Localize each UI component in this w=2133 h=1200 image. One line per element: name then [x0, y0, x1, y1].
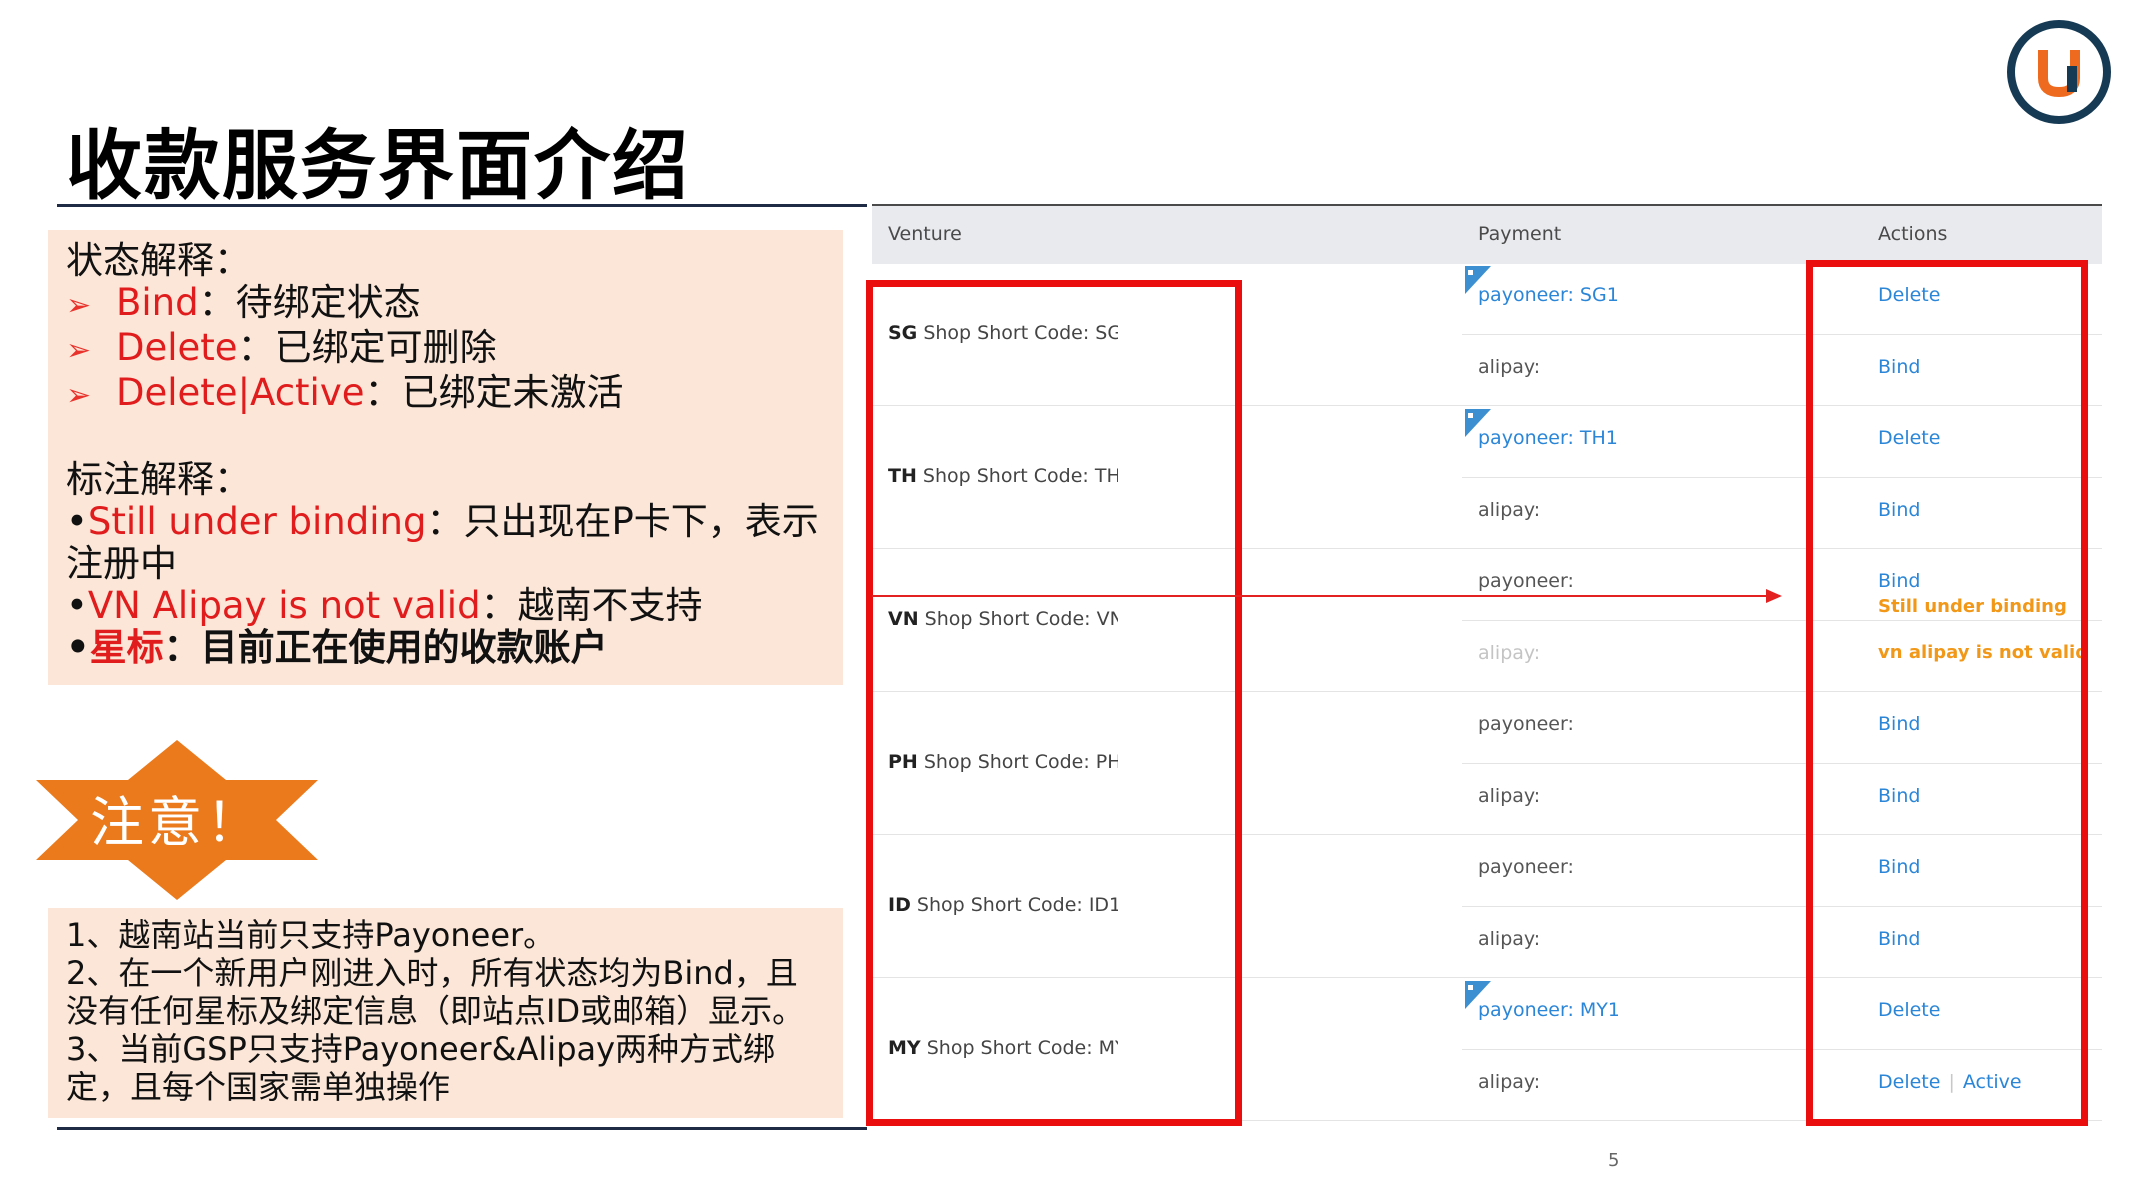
- status-list: ➢ Bind：待绑定状态 ➢ Delete：已绑定可删除 ➢ Delete|Active：…: [66, 282, 825, 417]
- payment-cell: alipay:: [1478, 355, 1541, 378]
- bullet: •: [66, 626, 90, 669]
- page-number: 5: [1608, 1150, 1620, 1171]
- arrow-bullet-icon: ➢: [66, 378, 92, 413]
- arrow-bullet-icon: ➢: [66, 333, 92, 368]
- annotation-term: Still under binding: [87, 500, 427, 543]
- annotation-list: •Still under binding：只出现在P卡下，表示注册中 •VN Al…: [66, 501, 825, 669]
- star-flag-icon: [1465, 981, 1491, 1009]
- legend-panel: 状态解释： ➢ Bind：待绑定状态 ➢ Delete：已绑定可删除 ➢ Delete|A…: [48, 230, 843, 685]
- payment-cell: payoneer: SG11: [1478, 284, 1618, 306]
- header-venture: Venture: [888, 223, 962, 245]
- table-header: Venture Payment Actions: [872, 204, 2102, 264]
- star-flag-icon: [1465, 266, 1491, 294]
- badge-label: 注意！: [90, 791, 264, 854]
- header-payment: Payment: [1478, 223, 1562, 245]
- payment-cell: alipay:: [1478, 498, 1541, 521]
- status-desc: ：已绑定可删除: [237, 326, 497, 369]
- payment-cell: alipay:: [1478, 927, 1541, 950]
- annotation-desc: ：越南不支持: [480, 584, 703, 627]
- bullet: •: [66, 500, 88, 543]
- actions-highlight-box: [1806, 260, 2088, 1126]
- header-actions: Actions: [1878, 223, 1948, 245]
- annotation-desc: ：目前正在使用的收款账户: [163, 626, 608, 669]
- payment-cell: payoneer: MY13: [1478, 999, 1618, 1021]
- venture-highlight-box: [866, 280, 1242, 1126]
- bullet: •: [66, 584, 88, 627]
- star-flag-icon: [1465, 409, 1491, 437]
- note-line: 3、当前GSP只支持Payoneer&Alipay两种方式绑定，且每个国家需单独…: [66, 1030, 776, 1106]
- status-item: ➢ Bind：待绑定状态: [66, 282, 825, 327]
- binding-pointer-line: [872, 595, 1768, 597]
- slide-title: 收款服务界面介绍: [66, 121, 690, 210]
- payment-cell: payoneer:: [1478, 856, 1574, 878]
- status-term: Delete|Active: [116, 371, 365, 414]
- annotation-term: VN Alipay is not valid: [87, 584, 481, 627]
- annotation-heading: 标注解释：: [66, 458, 251, 501]
- payment-cell: alipay:: [1478, 1070, 1541, 1093]
- notes-underline: [57, 1127, 867, 1130]
- payment-cell: payoneer:: [1478, 570, 1574, 592]
- annotation-item: •VN Alipay is not valid：越南不支持: [66, 585, 825, 627]
- attention-badge: 注意！: [36, 740, 318, 900]
- brand-logo: [2007, 20, 2111, 124]
- binding-pointer-arrowhead: [1766, 589, 1782, 603]
- payment-cell: alipay:: [1478, 641, 1541, 664]
- payment-table: Venture Payment Actions SG Shop Short Co…: [866, 204, 2102, 1126]
- title-underline: [57, 204, 867, 207]
- status-item: ➢ Delete：已绑定可删除: [66, 327, 825, 372]
- notes-list: 1、越南站当前只支持Payoneer。 2、在一个新用户刚进入时，所有状态均为Bi…: [66, 916, 825, 1106]
- annotation-item: •Still under binding：只出现在P卡下，表示注册中: [66, 501, 825, 585]
- brand-logo-mark: [2038, 50, 2080, 98]
- note-line: 2、在一个新用户刚进入时，所有状态均为Bind，且没有任何星标及绑定信息（即站点…: [66, 954, 805, 1030]
- status-desc: ：待绑定状态: [198, 281, 421, 324]
- notes-panel: 1、越南站当前只支持Payoneer。 2、在一个新用户刚进入时，所有状态均为Bi…: [48, 908, 843, 1118]
- status-term: Delete: [116, 326, 238, 369]
- payment-cell: alipay:: [1478, 784, 1541, 807]
- status-desc: ：已绑定未激活: [364, 371, 624, 414]
- arrow-bullet-icon: ➢: [66, 288, 92, 323]
- status-item: ➢ Delete|Active：已绑定未激活: [66, 372, 825, 417]
- annotation-item: •星标：目前正在使用的收款账户: [66, 627, 825, 669]
- status-term: Bind: [116, 281, 199, 324]
- legend-spacer: [66, 417, 825, 459]
- payment-cell: payoneer: TH13: [1478, 427, 1618, 449]
- note-line: 1、越南站当前只支持Payoneer。: [66, 916, 556, 954]
- annotation-term: 星标: [89, 626, 164, 669]
- status-heading: 状态解释：: [66, 239, 251, 282]
- payment-cell: payoneer:: [1478, 713, 1574, 735]
